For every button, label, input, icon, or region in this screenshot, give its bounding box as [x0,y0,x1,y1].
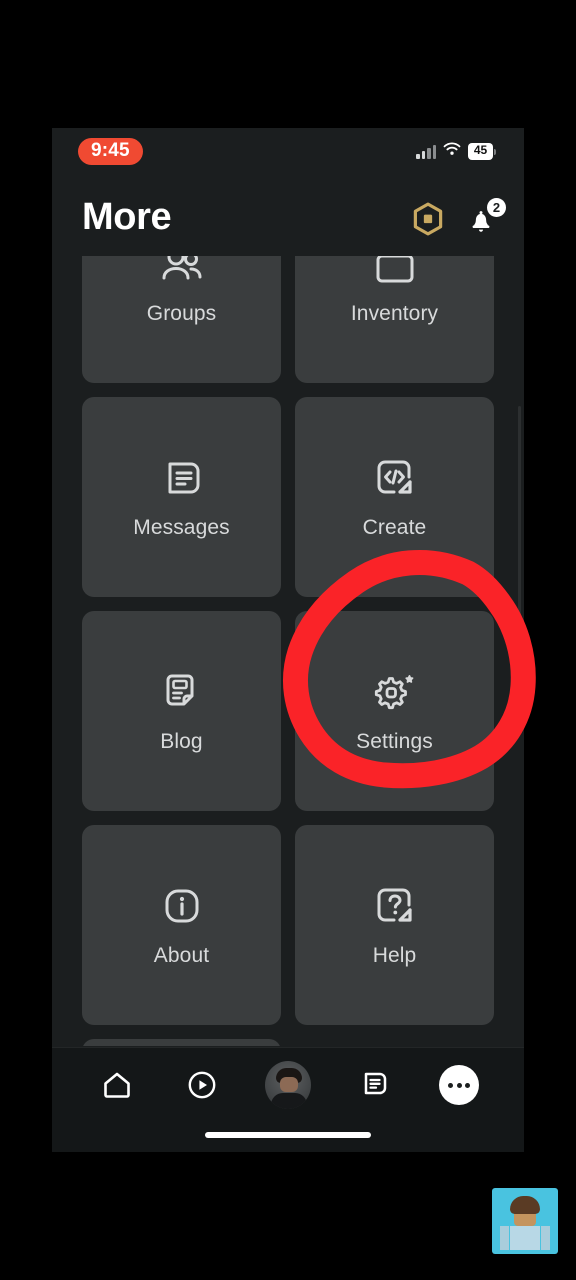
gear-icon [371,668,419,716]
blog-document-icon [158,668,206,716]
home-icon [101,1069,133,1101]
inventory-icon [371,256,419,288]
menu-tile-label: Groups [146,302,217,325]
home-indicator [205,1132,371,1138]
status-bar-indicators: 45 [416,142,496,161]
menu-tile-label: Settings [356,730,433,753]
notifications-button[interactable]: 2 [466,198,506,236]
menu-tile-blog[interactable]: Blog [82,611,281,811]
menu-grid-scroll-area[interactable]: Groups Inventory Messages Create Blog Se… [52,256,524,1046]
menu-tile-inventory[interactable]: Inventory [295,256,494,383]
battery-level: 45 [468,143,493,160]
question-external-link-icon [371,882,419,930]
menu-tile-label: Help [372,944,417,967]
nav-item-charts[interactable] [179,1062,225,1108]
groups-icon [158,256,206,288]
header-actions: 2 [412,198,506,236]
menu-tile-groups[interactable]: Groups [82,256,281,383]
nav-item-chat[interactable] [351,1062,397,1108]
menu-tile-label: Messages [133,516,230,539]
menu-tile-create[interactable]: Create [295,397,494,597]
info-icon [158,882,206,930]
chat-icon [358,1069,390,1101]
avatar-arm-left [500,1226,509,1250]
screenshot-canvas: 9:45 45 More 2 Groups Inventory Messages… [0,0,576,1280]
avatar-torso [510,1226,540,1250]
menu-tile-about[interactable]: About [82,825,281,1025]
phone-screen: 9:45 45 More 2 Groups Inventory Messages… [52,128,524,1152]
cellular-signal-icon [416,144,436,159]
battery-icon: 45 [468,143,496,160]
avatar-arm-right [541,1226,550,1250]
page-title: More [82,196,172,238]
notifications-badge: 2 [487,198,506,217]
menu-tile-label: Inventory [350,302,439,325]
nav-item-avatar[interactable] [264,1061,311,1109]
nav-item-more[interactable] [436,1062,482,1108]
nav-item-home[interactable] [94,1062,140,1108]
recording-time-pill: 9:45 [78,138,143,165]
robux-hexagon-icon[interactable] [412,202,444,236]
menu-tile-label: Create [362,516,427,539]
menu-tile-settings[interactable]: Settings [295,611,494,811]
menu-tile-label: Blog [160,730,203,753]
page-header: More 2 [52,176,524,256]
more-dots-icon [439,1065,480,1105]
grid-scrollbar[interactable] [518,406,521,706]
floating-avatar-thumbnail[interactable] [492,1188,558,1254]
menu-tile-help[interactable]: Help [295,825,494,1025]
bottom-nav-items [52,1061,524,1109]
menu-tile-label: About [153,944,210,967]
play-circle-icon [186,1069,218,1101]
code-external-link-icon [371,454,419,502]
menu-grid: Groups Inventory Messages Create Blog Se… [52,256,524,1046]
avatar-hair [510,1196,540,1214]
message-document-icon [158,454,206,502]
status-bar: 9:45 45 [52,128,524,176]
avatar-icon [264,1061,311,1109]
wifi-icon [443,142,461,161]
menu-tile-partial[interactable] [82,1039,281,1046]
menu-tile-messages[interactable]: Messages [82,397,281,597]
bottom-navigation-bar [52,1047,524,1152]
